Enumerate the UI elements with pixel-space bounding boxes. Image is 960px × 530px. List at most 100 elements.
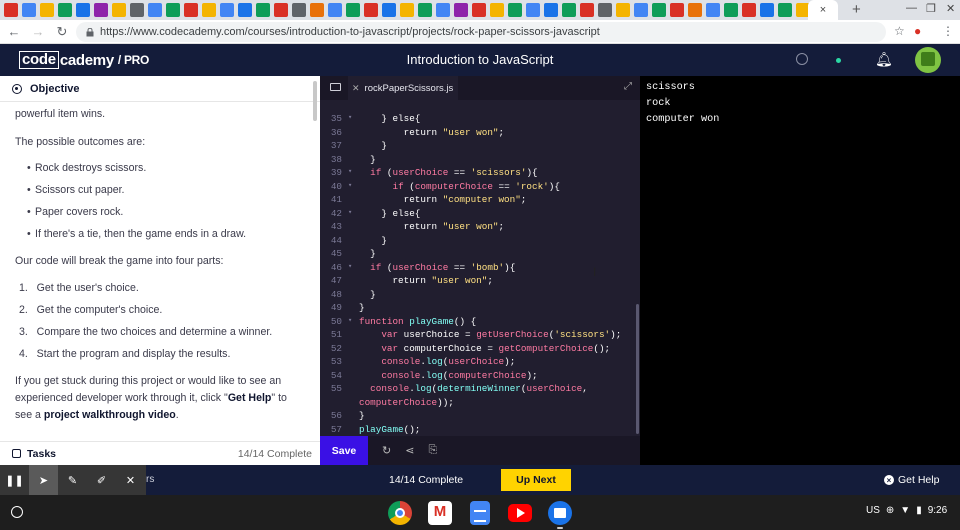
pen-icon[interactable]: ✎ xyxy=(58,465,87,495)
system-tray[interactable]: US ⊕ ▼ ▮ 9:26 xyxy=(866,505,953,516)
code-line[interactable]: 44 } xyxy=(320,234,640,248)
minimize-icon[interactable]: — xyxy=(906,2,917,14)
code-line[interactable]: 45 } xyxy=(320,247,640,261)
tab-favicon-icon[interactable] xyxy=(472,3,486,17)
code-line[interactable]: 55 console.log(determineWinner(userChoic… xyxy=(320,382,640,396)
tab-favicon-icon[interactable] xyxy=(616,3,630,17)
tab-favicon-icon[interactable] xyxy=(346,3,360,17)
code-line[interactable]: 46 ▾ if (userChoice == 'bomb'){ xyxy=(320,261,640,275)
browser-menu-icon[interactable]: ⋮ xyxy=(942,24,954,38)
close-file-icon[interactable]: ✕ xyxy=(352,83,360,94)
files-app-icon[interactable] xyxy=(548,501,572,525)
tab-favicon-icon[interactable] xyxy=(40,3,54,17)
close-tab-icon[interactable]: × xyxy=(820,4,826,16)
notifications-bell-icon[interactable]: 🔔︎ xyxy=(875,51,893,68)
tasks-bar[interactable]: Tasks 14/14 Complete xyxy=(0,441,320,465)
objective-header[interactable]: Objective xyxy=(0,76,320,102)
new-tab-button[interactable]: + xyxy=(852,1,861,18)
code-line[interactable]: 42 ▾ } else{ xyxy=(320,207,640,221)
tab-favicon-icon[interactable] xyxy=(526,3,540,17)
tab-favicon-icon[interactable] xyxy=(724,3,738,17)
copy-to-clipboard-icon[interactable]: ⎘ xyxy=(428,444,437,457)
code-line[interactable]: 41 return "computer won"; xyxy=(320,193,640,207)
code-line[interactable]: 37 } xyxy=(320,139,640,153)
tab-favicon-icon[interactable] xyxy=(274,3,288,17)
tab-favicon-icon[interactable] xyxy=(490,3,504,17)
code-line[interactable]: 48 } xyxy=(320,288,640,302)
code-line[interactable]: 53 console.log(userChoice); xyxy=(320,355,640,369)
walkthrough-video-link[interactable]: project walkthrough video xyxy=(44,409,176,421)
maximize-icon[interactable]: ❐ xyxy=(926,2,936,15)
code-line[interactable]: 52 var computerChoice = getComputerChoic… xyxy=(320,342,640,356)
tab-favicon-icon[interactable] xyxy=(670,3,684,17)
fold-arrow-icon[interactable]: ▾ xyxy=(348,180,352,194)
user-avatar[interactable] xyxy=(915,47,941,73)
tab-favicon-icon[interactable] xyxy=(706,3,720,17)
code-line[interactable]: 57 playGame(); xyxy=(320,423,640,437)
close-window-icon[interactable]: ✕ xyxy=(946,2,955,15)
tab-favicon-icon[interactable] xyxy=(166,3,180,17)
code-line[interactable]: 43 return "user won"; xyxy=(320,220,640,234)
reload-icon[interactable]: ↻ xyxy=(52,24,72,40)
tab-favicon-icon[interactable] xyxy=(580,3,594,17)
tab-favicon-icon[interactable] xyxy=(58,3,72,17)
reset-icon[interactable]: ↻ xyxy=(382,444,391,457)
close-annotation-icon[interactable]: ✕ xyxy=(116,465,145,495)
tab-favicon-icon[interactable] xyxy=(184,3,198,17)
fold-arrow-icon[interactable]: ▾ xyxy=(348,112,352,126)
expand-icon[interactable]: ⤢ xyxy=(624,81,632,92)
forward-icon[interactable]: → xyxy=(28,24,48,39)
code-line[interactable]: computerChoice)); xyxy=(320,396,640,410)
tab-favicon-icon[interactable] xyxy=(220,3,234,17)
share-icon[interactable]: ⋖ xyxy=(405,444,414,457)
editor-scrollbar[interactable] xyxy=(636,304,639,434)
fold-arrow-icon[interactable]: ▾ xyxy=(348,315,352,329)
tab-favicon-icon[interactable] xyxy=(130,3,144,17)
docs-app-icon[interactable] xyxy=(470,501,490,525)
tab-favicon-icon[interactable] xyxy=(256,3,270,17)
code-line[interactable]: 40 ▾ if (computerChoice == 'rock'){ xyxy=(320,180,640,194)
file-tab[interactable]: ✕ rockPaperScissors.js xyxy=(348,76,458,100)
tab-favicon-icon[interactable] xyxy=(112,3,126,17)
tab-favicon-icon[interactable] xyxy=(778,3,792,17)
lesson-scrollbar[interactable] xyxy=(313,81,317,121)
tab-favicon-icon[interactable] xyxy=(76,3,90,17)
code-line[interactable]: 56} xyxy=(320,409,640,423)
tab-favicon-icon[interactable] xyxy=(652,3,666,17)
tab-favicon-icon[interactable] xyxy=(508,3,522,17)
tab-favicon-icon[interactable] xyxy=(202,3,216,17)
tab-favicon-icon[interactable] xyxy=(238,3,252,17)
tab-favicon-icon[interactable] xyxy=(148,3,162,17)
tab-favicon-icon[interactable] xyxy=(454,3,468,17)
code-line[interactable]: 35 ▾ } else{ xyxy=(320,112,640,126)
tab-favicon-icon[interactable] xyxy=(328,3,342,17)
launcher-icon[interactable] xyxy=(11,506,23,518)
code-line[interactable]: 49} xyxy=(320,301,640,315)
code-line[interactable]: 36 return "user won"; xyxy=(320,126,640,140)
tab-favicon-icon[interactable] xyxy=(598,3,612,17)
get-help-button[interactable]: × Get Help xyxy=(884,474,939,486)
up-next-button[interactable]: Up Next xyxy=(501,469,571,491)
chrome-app-icon[interactable] xyxy=(388,501,412,525)
fold-arrow-icon[interactable]: ▾ xyxy=(348,261,352,275)
fold-arrow-icon[interactable]: ▾ xyxy=(348,207,352,221)
code-line[interactable]: 54 console.log(computerChoice); xyxy=(320,369,640,383)
code-line[interactable]: 51 var userChoice = getUserChoice('sciss… xyxy=(320,328,640,342)
tab-favicon-icon[interactable] xyxy=(292,3,306,17)
pointer-icon[interactable]: ➤ xyxy=(29,465,58,495)
tab-favicon-icon[interactable] xyxy=(4,3,18,17)
tab-favicon-icon[interactable] xyxy=(634,3,648,17)
tab-favicon-icon[interactable] xyxy=(742,3,756,17)
tab-favicon-icon[interactable] xyxy=(22,3,36,17)
highlighter-icon[interactable]: ✐ xyxy=(87,465,116,495)
youtube-app-icon[interactable] xyxy=(508,504,532,522)
bookmark-star-icon[interactable]: ☆ xyxy=(894,24,905,38)
gmail-app-icon[interactable] xyxy=(428,501,452,525)
tab-favicon-icon[interactable] xyxy=(310,3,324,17)
tab-favicon-icon[interactable] xyxy=(562,3,576,17)
tab-favicon-icon[interactable] xyxy=(688,3,702,17)
active-tab[interactable]: × xyxy=(808,0,838,20)
back-icon[interactable]: ← xyxy=(4,24,24,39)
folder-icon[interactable] xyxy=(330,83,341,91)
tab-favicon-icon[interactable] xyxy=(436,3,450,17)
